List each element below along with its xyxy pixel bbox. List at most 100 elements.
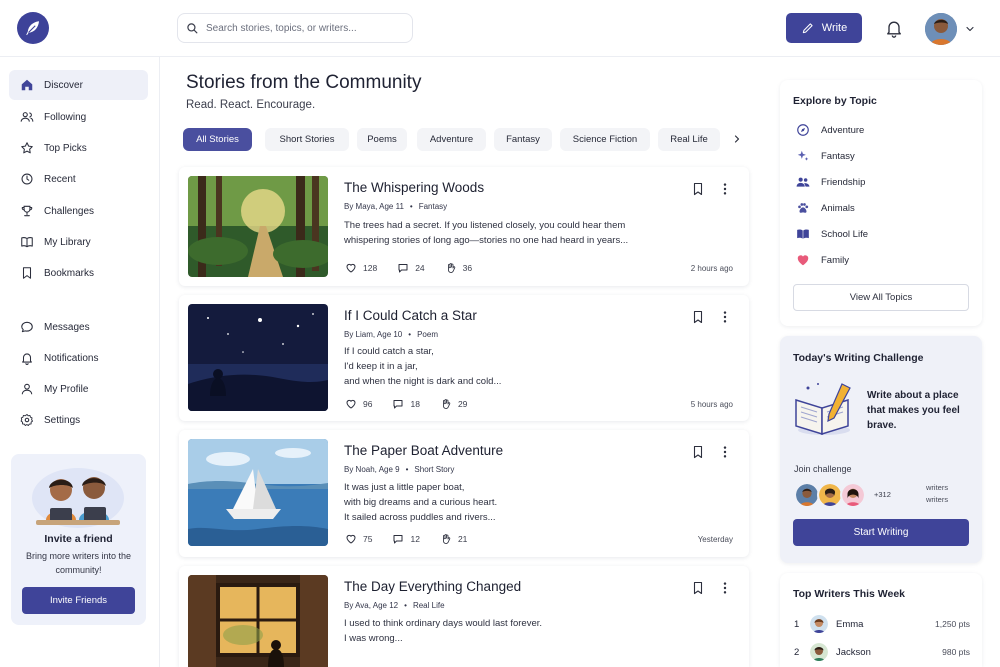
participant-avatars [794,482,866,508]
user-avatar[interactable] [925,13,957,45]
story-meta: By Maya, Age 11 • Fantasy [344,202,447,211]
sidebar-item-my-library[interactable]: My Library [9,227,148,257]
excerpt-line: If I could catch a star, [344,346,434,357]
story-thumbnail[interactable] [188,176,328,277]
like-stat[interactable]: 96 [345,398,372,410]
story-genre[interactable]: Real Life [413,601,445,610]
story-thumbnail[interactable] [188,439,328,546]
avatar [840,482,866,508]
story-thumbnail[interactable] [188,575,328,667]
topics-title: Explore by Topic [793,95,877,107]
like-count: 96 [363,399,373,409]
more-options-icon[interactable] [721,182,729,196]
sidebar-item-my-profile[interactable]: My Profile [9,374,148,404]
topic-friendship[interactable]: Friendship [796,175,865,189]
tab-adventure[interactable]: Adventure [417,128,486,151]
tab-science-fiction[interactable]: Science Fiction [560,128,650,151]
story-meta: By Liam, Age 10 • Poem [344,330,438,339]
writer-rank: 1 [794,618,800,630]
tab-fantasy[interactable]: Fantasy [494,128,552,151]
sidebar-item-bookmarks[interactable]: Bookmarks [9,258,148,288]
clap-icon [443,399,451,409]
topic-school-life[interactable]: School Life [796,227,868,241]
sidebar-item-top-picks[interactable]: Top Picks [9,133,148,163]
sidebar-item-messages[interactable]: Messages [9,312,148,342]
clap-stat[interactable]: 36 [445,262,472,274]
bookmark-icon[interactable] [692,445,704,459]
comment-stat[interactable]: 24 [397,262,425,274]
comment-stat[interactable]: 18 [392,398,420,410]
topic-fantasy[interactable]: Fantasy [796,149,855,163]
bell-icon[interactable] [884,18,904,38]
topic-adventure[interactable]: Adventure [796,123,864,137]
search-icon [187,22,198,33]
clap-count: 29 [457,399,468,409]
story-author[interactable]: By Liam, Age 10 [344,330,402,339]
tab-real-life[interactable]: Real Life [658,128,720,151]
story-genre[interactable]: Fantasy [419,202,447,211]
story-author[interactable]: By Noah, Age 9 [344,465,400,474]
comment-stat[interactable]: 12 [392,533,420,545]
sidebar-item-following[interactable]: Following [9,102,148,132]
story-genre[interactable]: Short Story [414,465,454,474]
app-logo[interactable] [17,12,49,44]
write-button-label: Write [821,22,848,34]
tab-short-stories[interactable]: Short Stories [265,128,349,151]
search-input[interactable] [206,22,406,34]
clap-stat[interactable]: 21 [440,533,467,545]
story-card[interactable]: The Paper Boat Adventure By Noah, Age 9 •… [179,430,749,557]
story-thumbnail[interactable] [188,304,328,411]
bookmark-icon [22,267,32,279]
chevron-right-icon[interactable] [731,133,743,145]
search-box[interactable] [177,13,413,43]
sidebar-item-challenges[interactable]: Challenges [9,196,148,226]
tab-poems[interactable]: Poems [357,128,407,151]
chevron-down-icon[interactable] [964,23,976,35]
story-genre[interactable]: Poem [417,330,438,339]
story-card[interactable]: The Day Everything Changed By Ava, Age 1… [179,566,749,667]
story-excerpt: The trees had a secret. If you listened … [344,218,674,248]
story-card[interactable]: The Whispering Woods By Maya, Age 11 • Fan… [179,167,749,286]
story-title[interactable]: If I Could Catch a Star [344,308,477,323]
write-button[interactable]: Write [786,13,862,43]
explore-topics-panel: Explore by Topic Adventure Fantasy Frien… [780,80,982,326]
sidebar-item-settings[interactable]: Settings [9,405,148,435]
sidebar-item-recent[interactable]: Recent [9,164,148,194]
story-title[interactable]: The Paper Boat Adventure [344,443,503,458]
pencil-icon [802,23,813,34]
story-title[interactable]: The Whispering Woods [344,180,484,195]
top-writer-row[interactable]: 1 Emma 1,250 pts [794,615,970,633]
story-card[interactable]: If I Could Catch a Star By Liam, Age 10 •… [179,295,749,421]
like-stat[interactable]: 128 [345,262,377,274]
invite-friends-button[interactable]: Invite Friends [22,587,135,614]
topic-animals[interactable]: Animals [796,201,855,215]
excerpt-line: with big dreams and a curious heart. [344,497,498,508]
clap-stat[interactable]: 29 [440,398,467,410]
excerpt-line: I'd keep it in a jar, [344,361,418,372]
start-writing-button[interactable]: Start Writing [793,519,969,546]
story-author[interactable]: By Ava, Age 12 [344,601,398,610]
bookmark-icon[interactable] [692,310,704,324]
story-title[interactable]: The Day Everything Changed [344,579,521,594]
top-writer-row[interactable]: 2 Jackson 980 pts [794,643,970,661]
more-options-icon[interactable] [721,581,729,595]
join-challenge-link[interactable]: Join challenge [794,464,852,474]
like-stat[interactable]: 75 [345,533,372,545]
story-time: 2 hours ago [690,264,733,273]
sidebar-item-notifications[interactable]: Notifications [9,343,148,373]
comment-count: 12 [410,534,420,544]
topic-family[interactable]: Family [796,253,849,267]
topic-label: School Life [821,228,869,240]
view-all-topics-button[interactable]: View All Topics [793,284,969,311]
topic-label: Fantasy [821,150,855,162]
bookmark-icon[interactable] [692,581,704,595]
story-author[interactable]: By Maya, Age 11 [344,202,404,211]
bookmark-icon[interactable] [692,182,704,196]
sidebar-item-discover[interactable]: Discover [9,70,148,100]
story-time: Yesterday [697,535,733,544]
sidebar: Discover Following Top Picks Recent Chal… [0,57,160,667]
gear-icon [20,413,34,427]
more-options-icon[interactable] [721,445,729,459]
tab-all-stories[interactable]: All Stories [183,128,252,151]
more-options-icon[interactable] [721,310,729,324]
